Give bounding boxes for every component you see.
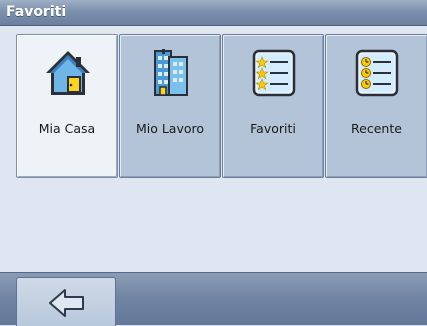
title-bar: Favoriti: [0, 0, 427, 26]
tile-label: Recente: [351, 121, 402, 136]
starred-list-icon: [252, 49, 296, 97]
tile-favorites[interactable]: Favoriti: [222, 34, 324, 178]
tile-home[interactable]: Mia Casa: [16, 34, 118, 178]
tile-label: Favoriti: [250, 121, 296, 136]
tile-recent[interactable]: Recente: [325, 34, 427, 178]
recent-list-icon: [355, 49, 399, 97]
bottom-bar: [0, 272, 427, 326]
tile-label: Mia Casa: [38, 121, 96, 136]
office-building-icon: [154, 49, 188, 96]
home-icon: [46, 51, 90, 95]
tile-work[interactable]: Mio Lavoro: [119, 34, 221, 178]
back-button[interactable]: [16, 277, 116, 326]
favorites-panel: Mia Casa Mio Lavoro Favoriti Recente: [0, 26, 427, 272]
tile-label: Mio Lavoro: [135, 121, 205, 136]
window-title: Favoriti: [6, 4, 67, 20]
back-arrow-icon: [49, 289, 84, 317]
